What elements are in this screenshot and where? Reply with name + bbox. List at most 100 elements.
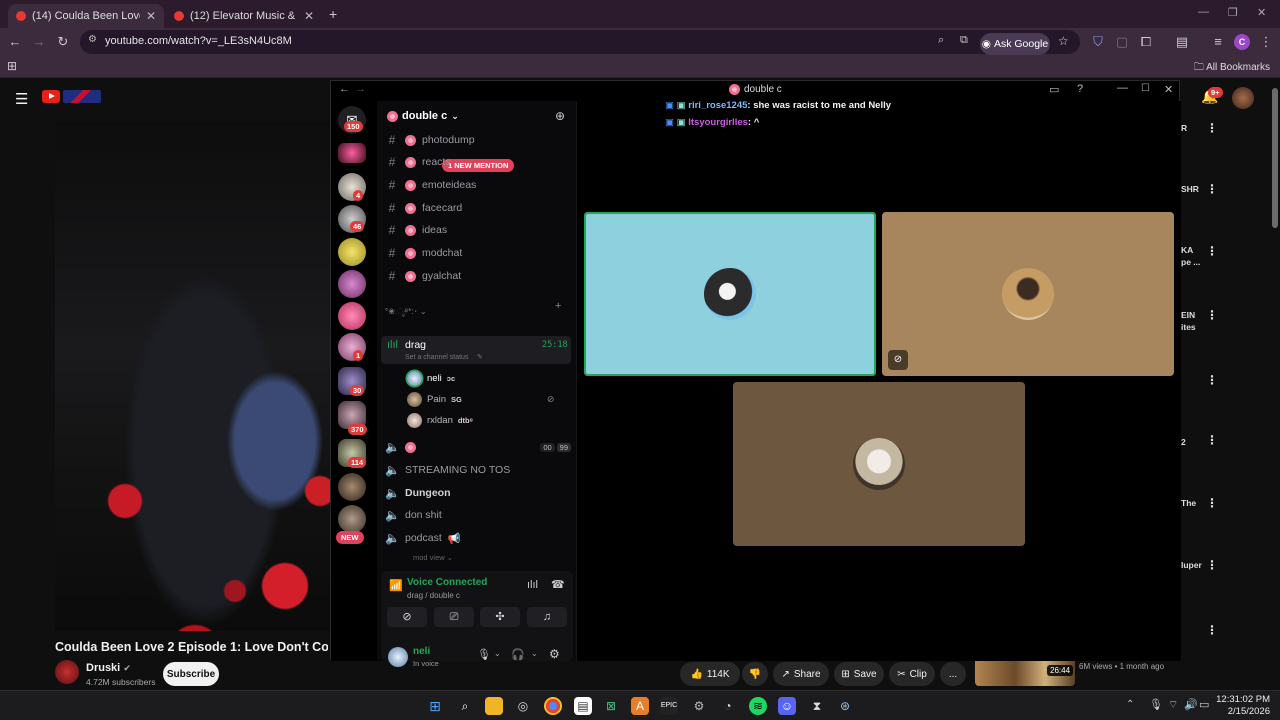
- voice-channel-streaming[interactable]: 🔈 STREAMING NO TOS: [385, 460, 571, 480]
- server-icon[interactable]: [338, 302, 366, 330]
- channel-avatar[interactable]: [55, 660, 79, 684]
- zoom-icon[interactable]: ⌕: [938, 34, 944, 47]
- settings-icon[interactable]: ⚙: [690, 697, 708, 715]
- video-menu-icon[interactable]: ⋮: [1206, 433, 1218, 447]
- more-actions-button[interactable]: ...: [940, 662, 966, 686]
- channel-gyalchat[interactable]: # gyalchat: [385, 266, 571, 286]
- extension-shield-icon[interactable]: ⛉: [1090, 34, 1106, 50]
- minimize-window-button[interactable]: —: [1117, 82, 1128, 94]
- signal-strength-icon[interactable]: 📶: [389, 579, 403, 592]
- chevron-up-icon[interactable]: ⌃: [1126, 699, 1134, 710]
- chevron-down-icon[interactable]: ⌄: [531, 649, 538, 658]
- page-scrollbar[interactable]: [1272, 88, 1278, 228]
- minimize-window-button[interactable]: —: [1198, 6, 1209, 18]
- server-icon[interactable]: [338, 270, 366, 298]
- browser-menu-icon[interactable]: ⋮: [1258, 34, 1274, 50]
- video-menu-icon[interactable]: ⋮: [1206, 244, 1218, 258]
- notepad-icon[interactable]: ▤: [574, 697, 592, 715]
- file-explorer-icon[interactable]: [485, 697, 503, 715]
- subscribe-button[interactable]: Subscribe: [163, 662, 219, 686]
- edit-pencil-icon[interactable]: ✎: [477, 353, 483, 361]
- screen-share-button[interactable]: ⎚: [434, 607, 474, 627]
- participant-tile[interactable]: [733, 382, 1025, 546]
- save-button[interactable]: ⊞ Save: [834, 662, 884, 686]
- battery-icon[interactable]: ▭: [1199, 698, 1209, 711]
- settings-gear-icon[interactable]: ⚙: [549, 647, 560, 661]
- extension-icon[interactable]: ▢: [1114, 34, 1130, 50]
- voice-channel-flower[interactable]: 🔈 00 99: [385, 437, 571, 457]
- share-button[interactable]: ↗ Share: [773, 662, 829, 686]
- voice-member[interactable]: rxldan dtb⁸: [407, 411, 473, 429]
- channel-reacts[interactable]: # reacts: [385, 152, 571, 172]
- headphones-icon[interactable]: 🎧: [511, 648, 525, 661]
- camera-off-button[interactable]: ⊘: [387, 607, 427, 627]
- voice-channel-dungeon[interactable]: 🔈 Dungeon: [385, 483, 571, 503]
- channel-photodump[interactable]: # photodump: [385, 130, 571, 150]
- new-tab-button[interactable]: +: [329, 6, 337, 22]
- search-icon[interactable]: ⌕: [456, 697, 474, 715]
- voice-connected-title[interactable]: Voice Connected: [407, 577, 487, 588]
- github-desktop-icon[interactable]: ◎: [514, 697, 532, 715]
- ask-google-button[interactable]: ◉ Ask Google: [980, 33, 1050, 55]
- video-menu-icon[interactable]: ⋮: [1206, 308, 1218, 322]
- url-text[interactable]: youtube.com/watch?v=_LE3sN4Uc8M: [105, 35, 292, 47]
- clip-button[interactable]: ✂ Clip: [889, 662, 935, 686]
- channel-emoteideas[interactable]: # emoteideas: [385, 175, 571, 195]
- tab-elevator-music[interactable]: (12) Elevator Music & Elevator ✕: [166, 4, 322, 28]
- wifi-icon[interactable]: ⌔: [1168, 698, 1178, 712]
- spotify-icon[interactable]: ≋: [749, 697, 767, 715]
- chrome-icon[interactable]: [544, 697, 562, 715]
- install-app-icon[interactable]: ⧉: [960, 34, 968, 47]
- back-icon[interactable]: ←: [7, 34, 23, 50]
- profile-avatar[interactable]: C: [1234, 34, 1250, 50]
- back-icon[interactable]: ←: [339, 83, 350, 95]
- all-bookmarks-folder[interactable]: 🗀 All Bookmarks: [1194, 60, 1270, 77]
- soundboard-button[interactable]: ♫: [527, 607, 567, 627]
- restore-window-button[interactable]: ❐: [1228, 6, 1238, 19]
- video-player[interactable]: [55, 121, 330, 631]
- video-menu-icon[interactable]: ⋮: [1206, 373, 1218, 387]
- system-clock[interactable]: 12:31:02 PM 2/15/2026: [1216, 694, 1270, 718]
- voice-member[interactable]: neli ɔc: [407, 369, 455, 387]
- media-controls-icon[interactable]: ≡: [1210, 34, 1226, 50]
- new-unreads-badge[interactable]: NEW: [336, 531, 364, 544]
- excel-icon[interactable]: ⊠: [602, 697, 620, 715]
- voice-member[interactable]: Pain SG ⊘: [407, 390, 554, 408]
- microphone-icon[interactable]: 🎙: [1149, 698, 1163, 711]
- disconnect-icon[interactable]: ☎: [551, 578, 565, 591]
- help-icon[interactable]: ?: [1077, 83, 1083, 95]
- steam-icon[interactable]: ⊛: [836, 697, 854, 715]
- chevron-down-icon[interactable]: ⌄: [494, 649, 501, 658]
- participant-tile-speaking[interactable]: [584, 212, 876, 376]
- start-menu-icon[interactable]: ⊞: [426, 697, 444, 715]
- close-window-button[interactable]: ✕: [1164, 83, 1173, 96]
- bookmark-star-icon[interactable]: ☆: [1058, 34, 1069, 48]
- participant-tile[interactable]: ⊘: [882, 212, 1174, 376]
- voice-channel-drag[interactable]: ılıl drag 25:18 Set a channel status ✎: [381, 336, 571, 364]
- dislike-button[interactable]: 👎: [742, 662, 768, 686]
- server-icon[interactable]: [338, 473, 366, 501]
- doodle-logo-icon[interactable]: [63, 90, 101, 103]
- server-icon[interactable]: [338, 505, 366, 533]
- channel-facecard[interactable]: # facecard: [385, 198, 571, 218]
- site-info-icon[interactable]: ⚙: [88, 34, 97, 45]
- channel-category[interactable]: °❀.ೃ࿔*:･ ⌄: [385, 302, 427, 325]
- address-bar[interactable]: ⚙ youtube.com/watch?v=_LE3sN4Uc8M ⌕ ⧉ ◉ …: [80, 30, 1080, 55]
- channel-category[interactable]: mod view ⌄: [413, 553, 453, 562]
- voice-channel-don-shit[interactable]: 🔈 don shit: [385, 505, 571, 525]
- maximize-window-button[interactable]: ☐: [1141, 83, 1150, 94]
- video-menu-icon[interactable]: ⋮: [1206, 182, 1218, 196]
- voice-channel-podcast[interactable]: 🔈 podcast 📢: [385, 528, 571, 548]
- video-menu-icon[interactable]: ⋮: [1206, 623, 1218, 637]
- inbox-icon[interactable]: ▭: [1049, 83, 1059, 96]
- epic-games-icon[interactable]: EPIC: [660, 697, 678, 715]
- youtube-account-avatar[interactable]: [1232, 87, 1254, 109]
- youtube-logo-icon[interactable]: [42, 90, 60, 103]
- hamburger-menu-icon[interactable]: ☰: [15, 90, 28, 108]
- noise-suppression-icon[interactable]: ılıl: [527, 579, 538, 591]
- server-header[interactable]: double c ⌄: [387, 110, 459, 122]
- invite-people-icon[interactable]: ⊕: [555, 109, 565, 123]
- channel-modchat[interactable]: # modchat: [385, 243, 571, 263]
- forward-icon[interactable]: →: [355, 83, 366, 95]
- forward-icon[interactable]: →: [31, 34, 47, 50]
